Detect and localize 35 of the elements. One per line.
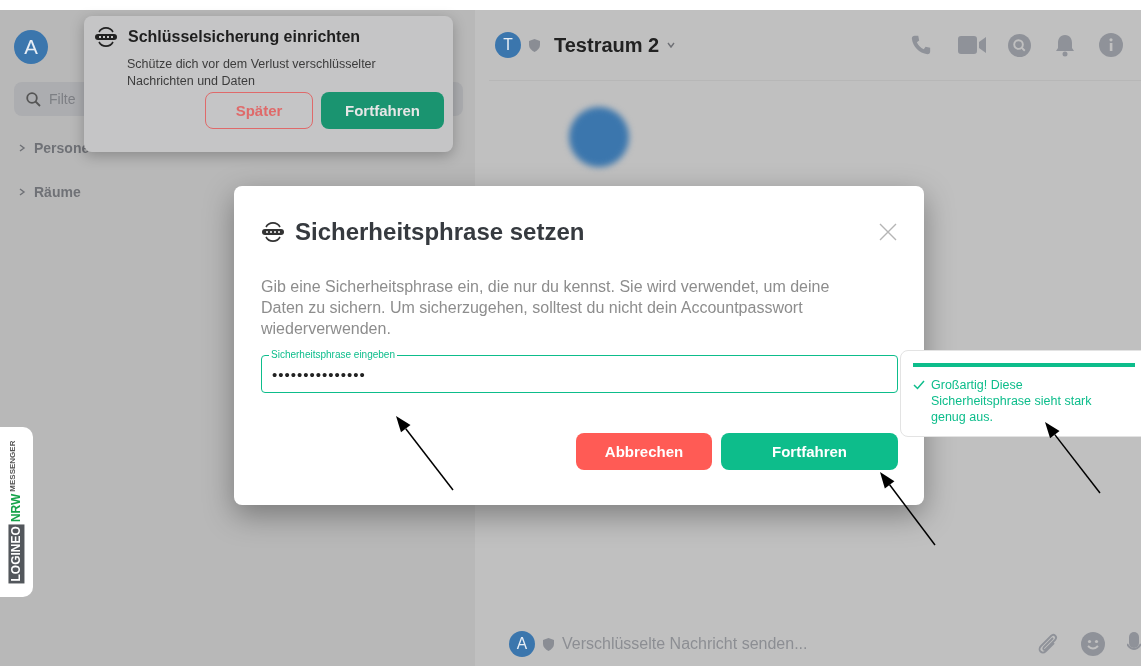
toast-title: Schlüsselsicherung einrichten <box>128 28 361 46</box>
room-avatar: T <box>495 32 521 58</box>
bell-icon[interactable] <box>1055 33 1075 57</box>
info-icon[interactable] <box>1099 33 1123 57</box>
toast-message: Schütze dich vor dem Verlust verschlüsselter Nachrichten und Daten <box>127 56 377 90</box>
chevron-down-icon <box>667 41 676 49</box>
strength-message: Großartig! Diese Sicherheitsphrase sieht stark genug aus. <box>931 377 1093 425</box>
user-avatar: A <box>509 631 535 657</box>
section-header[interactable]: Räume <box>14 184 463 200</box>
check-icon <box>913 380 925 390</box>
shield-icon <box>543 637 554 651</box>
cancel-button[interactable]: Abbrechen <box>576 433 712 470</box>
room-avatar <box>569 107 629 167</box>
video-icon[interactable] <box>958 35 986 55</box>
arrow <box>1045 422 1101 494</box>
search-icon <box>26 91 41 107</box>
shield-icon <box>529 38 540 52</box>
section-header[interactable]: Persone <box>14 140 463 156</box>
chevron-icon <box>18 144 26 152</box>
key-backup-icon <box>261 221 285 243</box>
search-icon[interactable] <box>1008 33 1031 57</box>
key-backup-icon <box>94 26 118 48</box>
close-icon[interactable] <box>878 222 898 242</box>
user-avatar[interactable]: A <box>14 30 48 64</box>
logo: LOGINEO NRW MESSENGER <box>0 427 33 597</box>
later-button[interactable]: Später <box>205 92 313 129</box>
dialog-title: Sicherheitsphrase setzen <box>295 218 586 246</box>
phone-icon[interactable] <box>910 34 932 56</box>
smiley-icon[interactable] <box>1081 632 1105 656</box>
paperclip-icon[interactable] <box>1037 632 1059 656</box>
dialog-description: Gib eine Sicherheitsphrase ein, die nur du kennst. Sie wird verwendet, um deine Daten zu sichern. Um sicherzugehen, solltest du nicht dein Accountpasswort wiederverwenden. <box>261 277 831 339</box>
continue-button[interactable]: Fortfahren <box>721 433 898 470</box>
continue-button[interactable]: Fortfahren <box>321 92 444 129</box>
chevron-icon <box>18 188 26 196</box>
room-title[interactable]: Testraum 2 <box>554 33 660 57</box>
